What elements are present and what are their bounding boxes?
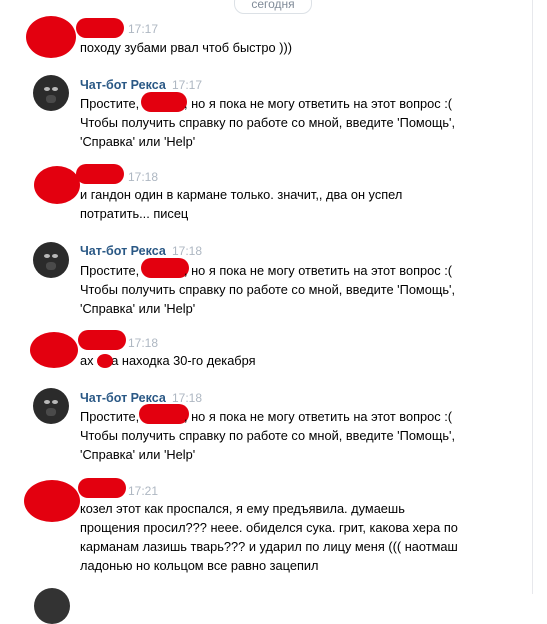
message-time: 17:21 [128, 484, 159, 498]
sender-name[interactable]: Чат-бот Рекса [80, 244, 166, 258]
message-text-middle: , но я пока не могу ответить на этот воп… [184, 96, 453, 111]
next-message-avatar[interactable] [34, 588, 70, 624]
message-text-help: Чтобы получить справку по работе со мной… [80, 428, 456, 462]
message-text-middle: , но я пока не могу ответить на этот воп… [184, 263, 453, 278]
message-time: 17:18 [172, 391, 203, 405]
message-text: козел этот как проспался, я ему предъяви… [80, 501, 458, 573]
text-redaction [97, 354, 113, 368]
sender-name[interactable]: Чат-бот Рекса [80, 391, 166, 405]
bot-avatar[interactable] [33, 388, 69, 424]
bot-avatar[interactable] [33, 242, 69, 278]
message-time: 17:17 [128, 22, 159, 36]
message-text: и гандон один в кармане только. значит,,… [80, 187, 403, 221]
message-time: 17:17 [172, 78, 203, 92]
sender-name-redacted[interactable] [76, 164, 124, 184]
user-name-redacted [141, 92, 187, 112]
message-text: ах нна находка 30-го декабря [80, 353, 256, 368]
date-separator: сегодня [234, 0, 312, 14]
user-name-redacted [141, 258, 189, 278]
avatar-redacted[interactable] [24, 480, 80, 522]
bot-avatar[interactable] [33, 75, 69, 111]
message-text: походу зубами рвал чтоб быстро ))) [80, 40, 292, 55]
sender-name-redacted[interactable] [78, 330, 126, 350]
message-time: 17:18 [128, 336, 159, 350]
message-time: 17:18 [172, 244, 203, 258]
message-time: 17:18 [128, 170, 159, 184]
user-name-redacted [139, 404, 189, 424]
sender-name-redacted[interactable] [76, 18, 124, 38]
avatar-redacted[interactable] [26, 16, 76, 58]
avatar-redacted[interactable] [30, 332, 78, 368]
message-text-help: Чтобы получить справку по работе со мной… [80, 282, 456, 316]
message-text-help: Чтобы получить справку по работе со мной… [80, 115, 456, 149]
sender-name-redacted[interactable] [78, 478, 126, 498]
message-text-middle: , но я пока не могу ответить на этот воп… [184, 409, 453, 424]
chat-divider [532, 0, 533, 594]
avatar-redacted[interactable] [34, 166, 80, 204]
sender-name[interactable]: Чат-бот Рекса [80, 78, 166, 92]
